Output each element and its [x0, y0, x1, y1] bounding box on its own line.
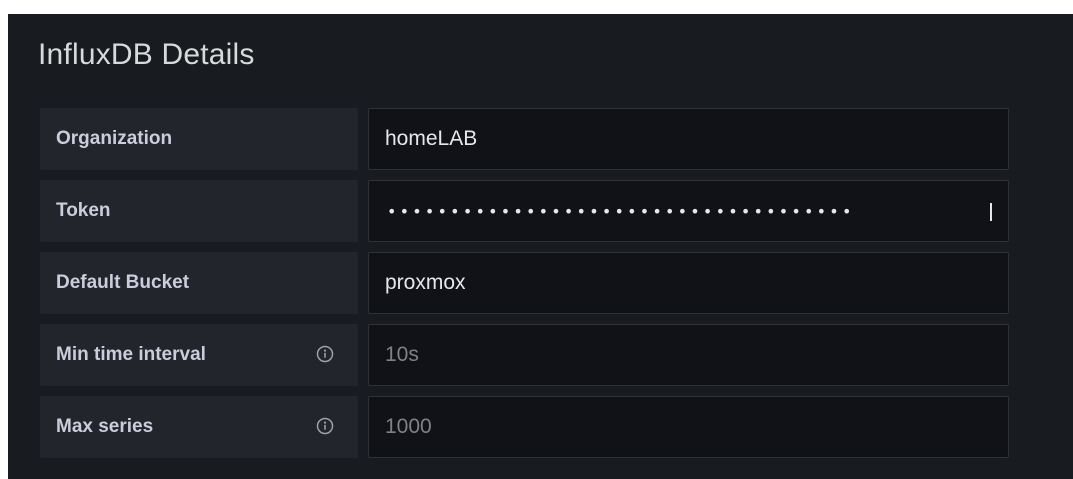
min-time-interval-label-box: Min time interval [40, 324, 358, 386]
default-bucket-row: Default Bucket [40, 252, 1009, 316]
max-series-input[interactable] [368, 396, 1009, 458]
section-title: InfluxDB Details [38, 38, 255, 71]
max-series-label-box: Max series [40, 396, 358, 458]
token-label: Token [56, 200, 111, 221]
organization-row: Organization [40, 108, 1009, 172]
organization-input[interactable] [368, 108, 1009, 170]
token-input[interactable]: ••••••••••••••••••••••••••••••••••••• [368, 180, 1009, 242]
default-bucket-label-box: Default Bucket [40, 252, 358, 314]
token-masked-value: ••••••••••••••••••••••••••••••••••••• [387, 202, 855, 221]
text-cursor [990, 203, 992, 221]
min-time-interval-row: Min time interval [40, 324, 1009, 388]
max-series-label: Max series [56, 416, 154, 437]
influxdb-details-panel: InfluxDB Details Organization Token ••••… [8, 14, 1073, 479]
organization-label-box: Organization [40, 108, 358, 170]
token-row: Token ••••••••••••••••••••••••••••••••••… [40, 180, 1009, 244]
organization-label: Organization [56, 128, 173, 149]
token-label-box: Token [40, 180, 358, 242]
info-icon[interactable] [316, 417, 334, 435]
default-bucket-label: Default Bucket [56, 272, 190, 293]
default-bucket-input[interactable] [368, 252, 1009, 314]
min-time-interval-label: Min time interval [56, 344, 206, 365]
max-series-row: Max series [40, 396, 1009, 460]
info-icon[interactable] [316, 345, 334, 363]
min-time-interval-input[interactable] [368, 324, 1009, 386]
